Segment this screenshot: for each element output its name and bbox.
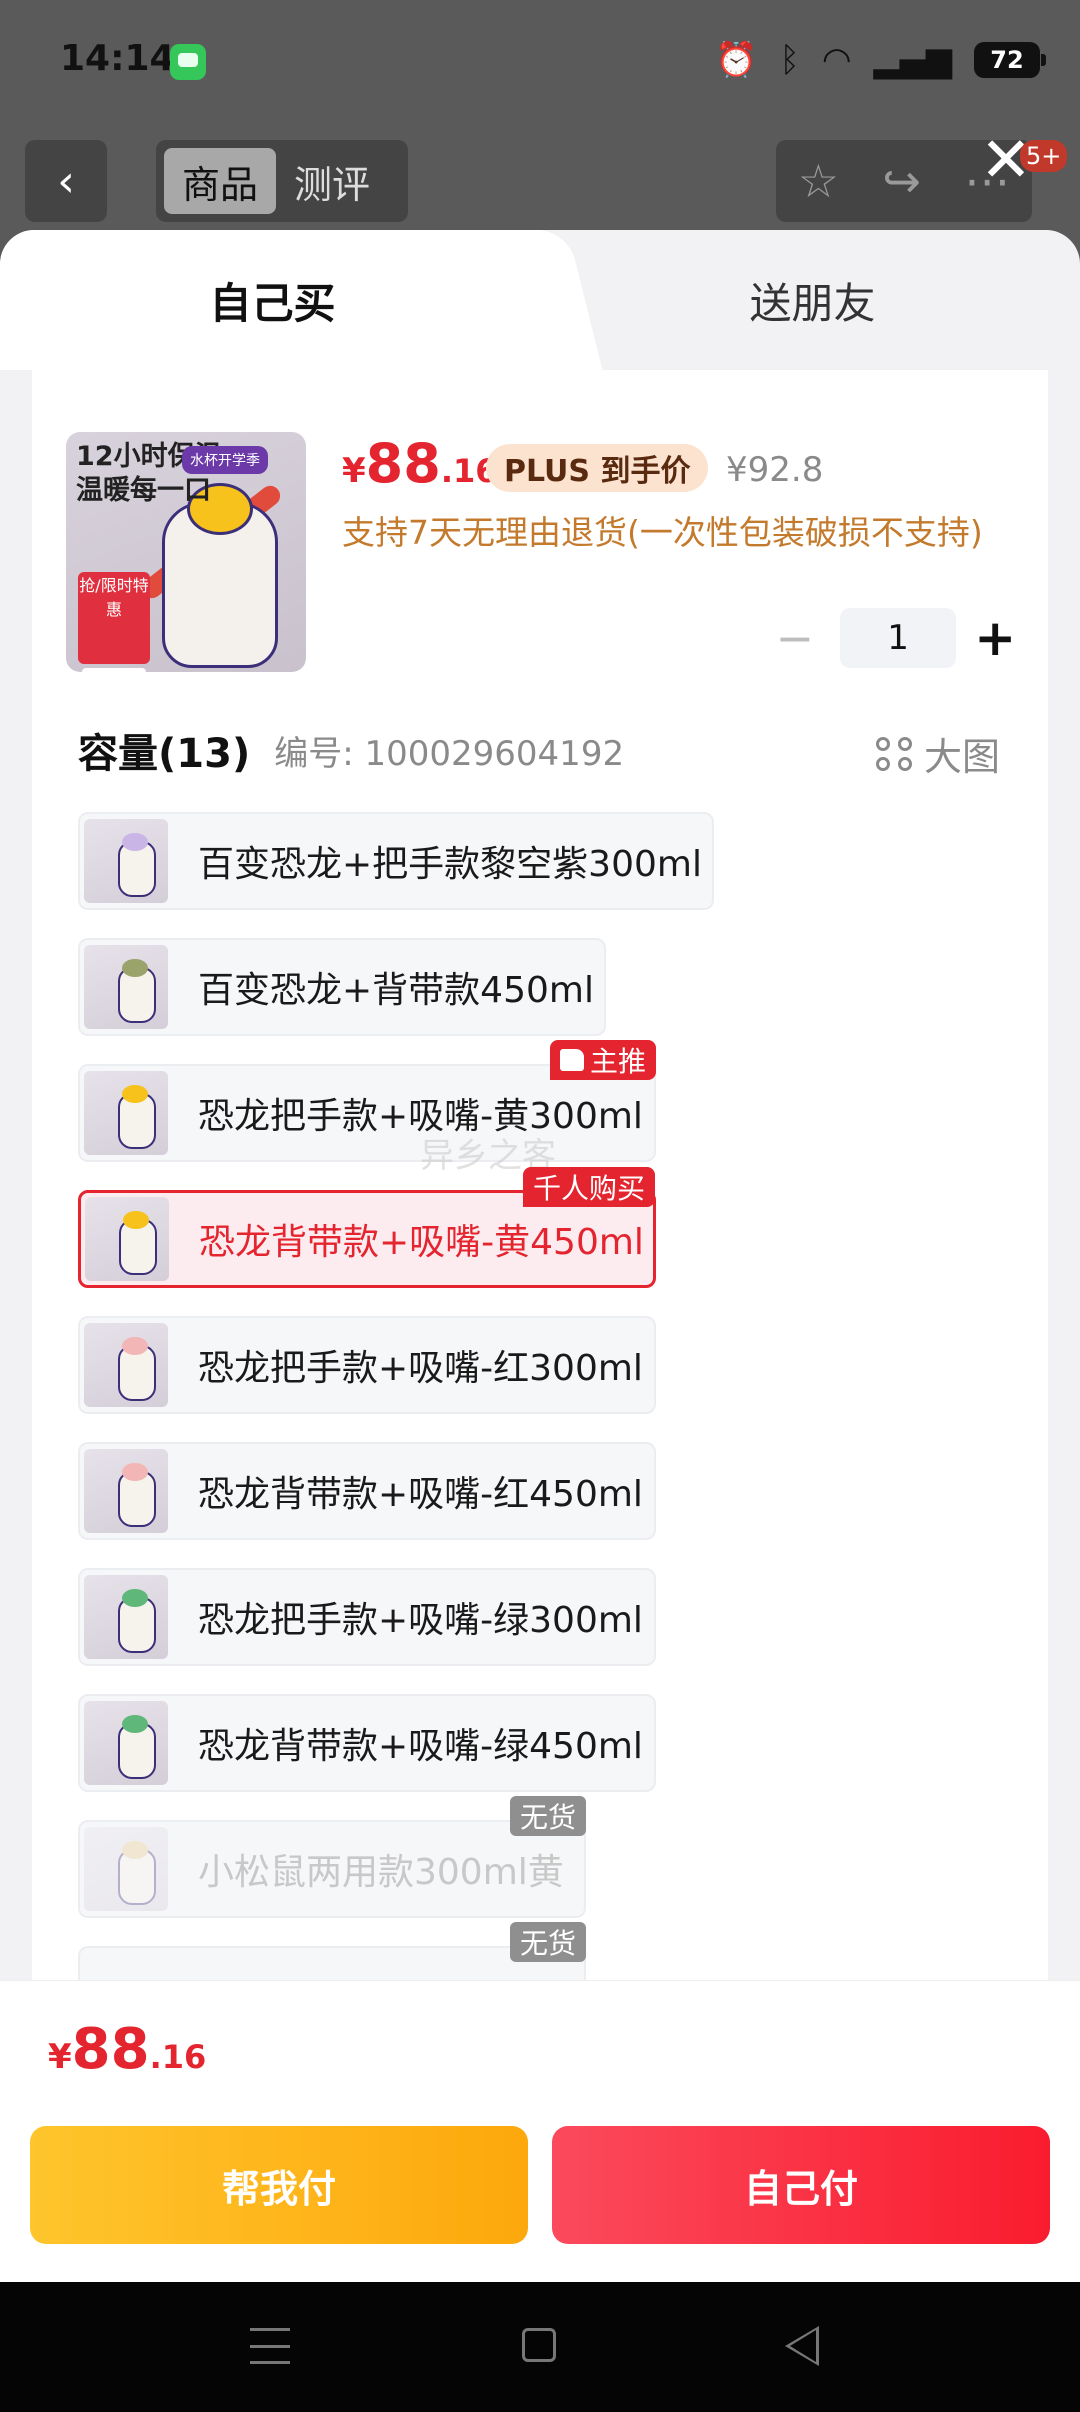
return-policy: 支持7天无理由退货(一次性包装破损不支持) <box>342 513 983 552</box>
option-label: 恐龙把手款+吸嘴-绿300ml <box>198 1600 643 1641</box>
product-image-tag: 水杯开学季 <box>182 446 268 474</box>
option-thumbnail <box>84 1575 168 1659</box>
messages-app-icon <box>170 44 206 80</box>
quantity-minus-button[interactable]: − <box>770 611 820 665</box>
product-code: 编号: 100029604192 <box>274 733 625 774</box>
option-thumbnail <box>84 1701 168 1785</box>
self-pay-button[interactable]: 自己付 <box>552 2126 1050 2244</box>
back-triangle-icon[interactable] <box>785 2326 819 2366</box>
big-image-label: 大图 <box>923 735 1000 779</box>
bluetooth-icon: ᛒ <box>779 40 800 80</box>
purchase-bar: ¥ 88 .16 帮我付 自己付 <box>0 1980 1080 2283</box>
quantity-stepper: − 1 + <box>770 608 1020 668</box>
spec-header: 容量(13) 编号: 100029604192 <box>78 720 1008 780</box>
product-image[interactable]: 12小时保温温暖每一口 水杯开学季 抢/限时特惠139 <box>66 432 306 672</box>
recommend-tag: 主推 <box>549 1040 656 1080</box>
out-of-stock-tag: 无货 <box>509 1922 586 1962</box>
option-thumbnail <box>84 1449 168 1533</box>
option-item[interactable]: 恐龙背带款+吸嘴-红450ml <box>78 1442 656 1540</box>
option-item[interactable]: 恐龙背带款+吸嘴-绿450ml <box>78 1694 656 1792</box>
alarm-icon: ⏰ <box>715 40 758 80</box>
option-item[interactable]: 恐龙把手款+吸嘴-绿300ml <box>78 1568 656 1666</box>
grid-icon <box>875 736 914 771</box>
option-label: 恐龙背带款+吸嘴-绿450ml <box>198 1726 643 1767</box>
quantity-input[interactable]: 1 <box>839 608 957 668</box>
tab-product[interactable]: 商品 <box>164 148 277 214</box>
tab-send-friend[interactable]: 送朋友 <box>545 230 1080 370</box>
chevron-left-icon: ‹ <box>57 155 75 207</box>
popular-tag: 千人购买 <box>522 1167 655 1207</box>
signal-5g-icon: ▂▄▆ <box>873 40 952 80</box>
option-label: 百变恐龙+背带款450ml <box>198 970 594 1011</box>
option-label: 小松鼠两用款300ml黄 <box>198 1852 564 1893</box>
status-time: 14:14 <box>60 38 175 79</box>
option-item-disabled[interactable]: 小松鼠两用款300ml黄 无货 <box>78 1796 586 1918</box>
option-thumbnail <box>84 945 168 1029</box>
out-of-stock-tag: 无货 <box>509 1796 586 1836</box>
option-item-disabled[interactable]: 无货 <box>78 1922 586 1980</box>
back-button[interactable]: ‹ <box>25 140 107 222</box>
option-thumbnail <box>84 1323 168 1407</box>
thumbs-up-icon <box>559 1049 584 1071</box>
option-item[interactable]: 百变恐龙+背带款450ml <box>78 938 606 1036</box>
option-item[interactable]: 恐龙把手款+吸嘴-红300ml <box>78 1316 656 1414</box>
option-label: 恐龙把手款+吸嘴-红300ml <box>198 1348 643 1389</box>
big-image-toggle[interactable]: 大图 <box>875 726 1000 781</box>
page-tabs: 商品 测评 <box>156 140 408 222</box>
option-label: 恐龙背带款+吸嘴-黄450ml <box>199 1222 644 1263</box>
option-item-selected[interactable]: 恐龙背带款+吸嘴-黄450ml 千人购买 <box>78 1167 656 1288</box>
share-icon[interactable]: ↪ <box>882 154 921 208</box>
system-nav-bar <box>0 2282 1080 2412</box>
option-item[interactable]: 百变恐龙+把手款黎空紫300ml <box>78 812 714 910</box>
price-row: ¥ 88 .16 <box>342 432 498 502</box>
tab-review[interactable]: 测评 <box>276 148 388 214</box>
option-thumbnail <box>84 1071 168 1155</box>
total-price: ¥ 88 .16 <box>48 2017 207 2082</box>
help-pay-button[interactable]: 帮我付 <box>30 2126 528 2244</box>
battery-icon: 72 <box>974 42 1046 78</box>
price-integer: 88 <box>365 432 441 495</box>
option-label: 恐龙背带款+吸嘴-红450ml <box>198 1474 643 1515</box>
option-label: 百变恐龙+把手款黎空紫300ml <box>198 844 702 885</box>
option-thumbnail <box>85 1197 169 1281</box>
product-image-promo: 抢/限时特惠139 <box>78 572 150 672</box>
status-icons: ⏰ ᛒ ◠ ▂▄▆ 72 <box>715 36 1046 84</box>
tab-buy-self[interactable]: 自己买 <box>0 230 545 370</box>
sheet-tabs: 送朋友 自己买 <box>0 230 1080 370</box>
tab-buy-self-label: 自己买 <box>209 278 336 328</box>
status-bar: 14:14 ⏰ ᛒ ◠ ▂▄▆ 72 <box>0 0 1080 130</box>
home-icon[interactable] <box>522 2328 556 2362</box>
plus-price-tag: PLUS 到手价 <box>486 444 709 492</box>
option-thumbnail <box>84 1827 168 1911</box>
option-item[interactable]: 恐龙把手款+吸嘴-黄300ml 主推 <box>78 1040 656 1162</box>
price-currency: ¥ <box>342 451 366 491</box>
page-top-nav: ‹ 商品 测评 ☆ ↪ ⋯ <box>0 130 1080 230</box>
star-icon[interactable]: ☆ <box>798 154 839 208</box>
original-price: ¥92.8 <box>726 450 824 490</box>
quantity-plus-button[interactable]: + <box>970 609 1020 667</box>
notification-badge: 5+ <box>1020 140 1068 172</box>
spec-title: 容量(13) <box>78 731 251 777</box>
wifi-icon: ◠ <box>821 40 852 80</box>
option-thumbnail <box>84 819 168 903</box>
recent-apps-icon[interactable] <box>250 2328 290 2364</box>
